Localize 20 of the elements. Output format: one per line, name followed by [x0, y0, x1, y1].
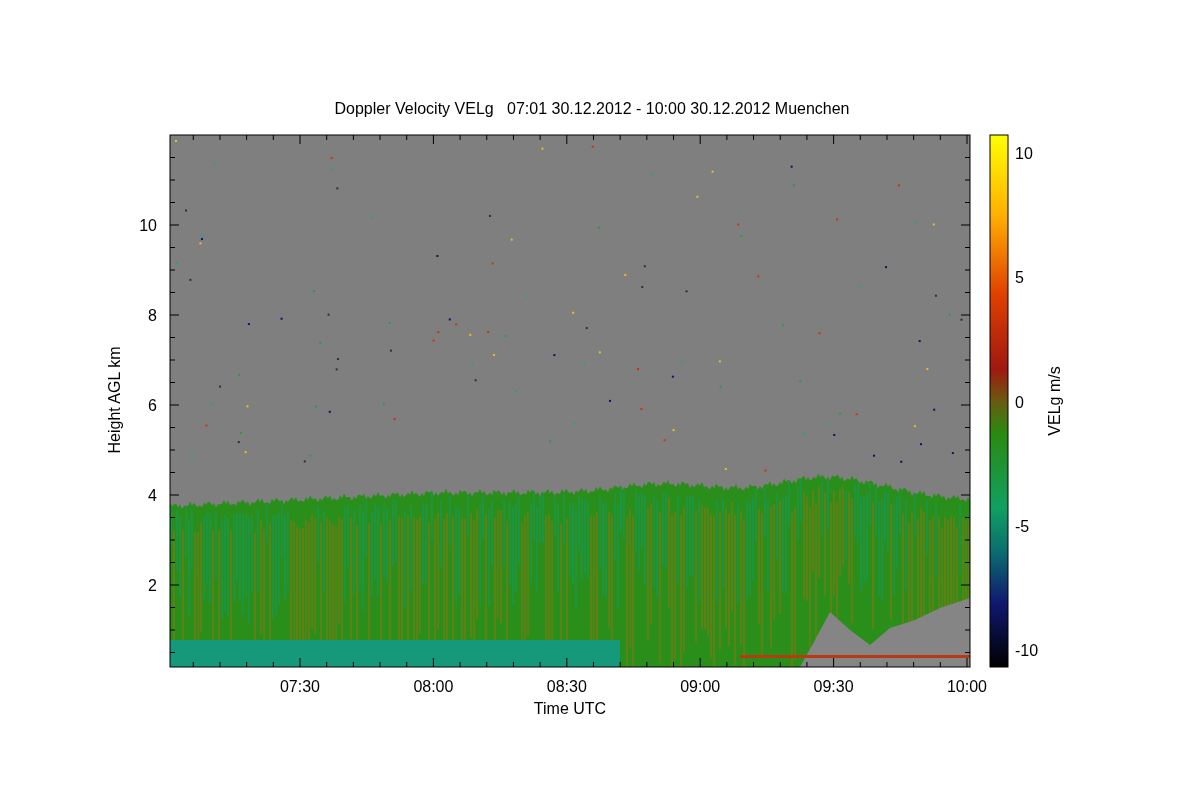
x-tick-label: 09:30 [813, 678, 854, 695]
y-tick-label: 10 [139, 217, 157, 234]
y-tick-label: 4 [148, 487, 157, 504]
x-tick-label: 10:00 [947, 678, 987, 695]
chart-title: Doppler Velocity VELg 07:01 30.12.2012 - 10:00 30.12.2012 Muenchen [334, 100, 850, 117]
y-tick-label: 8 [148, 307, 157, 324]
y-axis-label: Height AGL km [106, 346, 123, 454]
colorbar-tick-label: 10 [1015, 145, 1033, 162]
colorbar-tick-label: -5 [1015, 517, 1030, 535]
colorbar-tick-label: -10 [1015, 642, 1039, 660]
x-tick-label: 08:00 [413, 678, 454, 695]
x-tick-label: 08:30 [546, 678, 587, 695]
x-tick-label: 09:00 [680, 678, 721, 695]
colorbar-label: VELg m/s [1046, 366, 1063, 436]
colorbar-tick-label: 0 [1015, 393, 1024, 411]
x-axis-label: Time UTC [533, 700, 607, 717]
y-tick-label: 6 [148, 397, 157, 414]
y-tick-label: 2 [148, 577, 157, 594]
colorbar-tick-label: 5 [1015, 269, 1024, 287]
x-tick-label: 07:30 [280, 678, 320, 695]
